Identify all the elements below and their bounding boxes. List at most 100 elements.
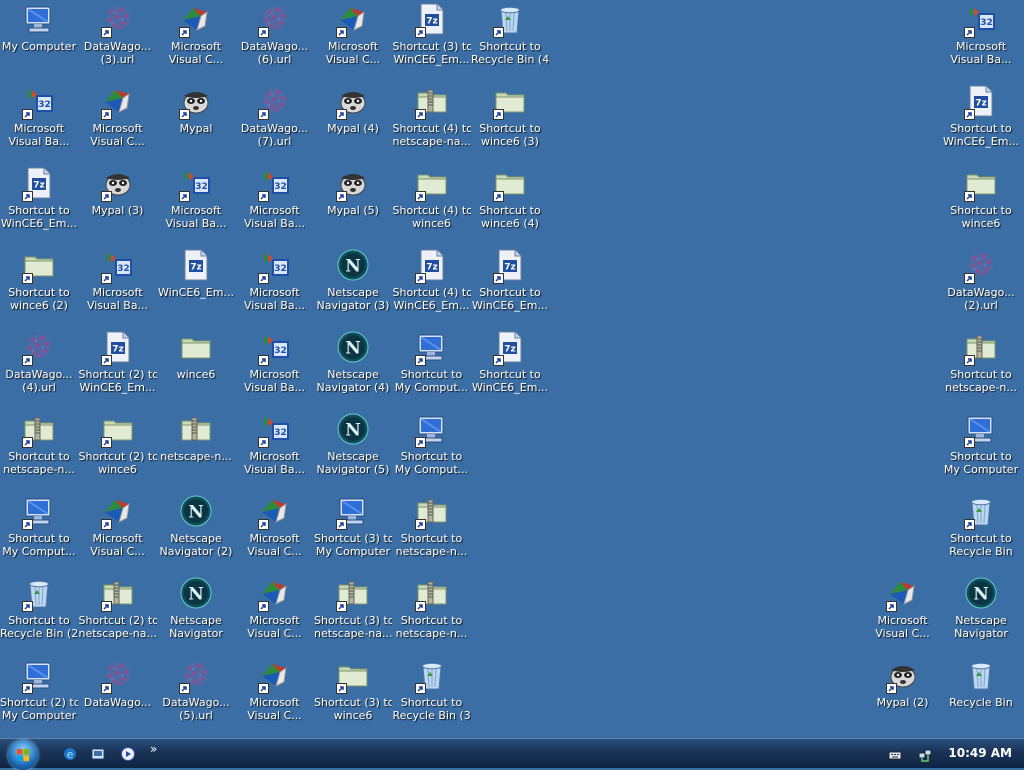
desktop-icon[interactable]: 7z Shortcut (3) to WinCE6_Em... bbox=[393, 0, 471, 80]
desktop-icon[interactable]: 7z Shortcut to WinCE6_Em... bbox=[942, 82, 1020, 162]
desktop-icon[interactable]: Shortcut to My Computer bbox=[942, 410, 1020, 490]
desktop-icon[interactable]: Microsoft Visual C... bbox=[236, 656, 314, 736]
desktop-icon[interactable]: Shortcut to My Comput... bbox=[393, 410, 471, 490]
start-button[interactable] bbox=[8, 740, 38, 770]
desktop-icon[interactable]: Shortcut to netscape-n... bbox=[393, 574, 471, 654]
desktop-icon[interactable]: My Computer bbox=[0, 0, 78, 80]
desktop-icon[interactable]: Shortcut (3) to My Computer bbox=[314, 492, 392, 572]
desktop-icon[interactable]: Shortcut to Recycle Bin (2) bbox=[0, 574, 78, 654]
desktop-icon[interactable]: 7z Shortcut to WinCE6_Em... bbox=[471, 246, 549, 326]
desktop-icon[interactable]: 32 Microsoft Visual Ba... bbox=[236, 328, 314, 408]
archive-icon: 7z bbox=[493, 248, 527, 284]
desktop-icon[interactable]: Mypal (3) bbox=[79, 164, 157, 244]
desktop-icon-label: Recycle Bin (4) bbox=[471, 53, 549, 66]
svg-text:N: N bbox=[973, 585, 989, 605]
desktop-icon-label: Microsoft bbox=[170, 204, 222, 217]
desktop-icon[interactable]: Mypal (5) bbox=[314, 164, 392, 244]
desktop-icon[interactable]: Shortcut (2) to netscape-na... bbox=[79, 574, 157, 654]
desktop-icon[interactable]: 7z Shortcut to WinCE6_Em... bbox=[471, 328, 549, 408]
desktop-icon[interactable]: Shortcut (3) to wince6 bbox=[314, 656, 392, 736]
desktop-icon[interactable]: N Netscape Navigator bbox=[157, 574, 235, 654]
desktop-icon[interactable]: 32 Microsoft Visual Ba... bbox=[236, 410, 314, 490]
desktop-icon[interactable]: DataWago... (2).url bbox=[942, 246, 1020, 326]
desktop-icon[interactable]: DataWago... (7).url bbox=[236, 82, 314, 162]
desktop-icon[interactable]: Shortcut to Recycle Bin (4) bbox=[471, 0, 549, 80]
desktop-icon[interactable]: 7z Shortcut to WinCE6_Em... bbox=[0, 164, 78, 244]
desktop-icon[interactable]: Shortcut to Recycle Bin bbox=[942, 492, 1020, 572]
desktop-icon[interactable]: N Netscape Navigator (4) bbox=[314, 328, 392, 408]
desktop-icon[interactable]: Microsoft Visual C... bbox=[236, 492, 314, 572]
desktop-icon[interactable]: Microsoft Visual C... bbox=[864, 574, 942, 654]
computer-icon bbox=[336, 494, 370, 530]
computer-icon bbox=[22, 658, 56, 694]
desktop-icon[interactable]: DataWago... (4).url bbox=[0, 328, 78, 408]
desktop-icon[interactable]: N Netscape Navigator bbox=[942, 574, 1020, 654]
folder-icon bbox=[179, 330, 213, 364]
desktop-icon[interactable]: Shortcut (3) to netscape-na... bbox=[314, 574, 392, 654]
clock[interactable]: 10:49 AM bbox=[948, 746, 1012, 760]
desktop-icon[interactable]: DataWago... bbox=[79, 656, 157, 736]
desktop-icon[interactable]: Microsoft Visual C... bbox=[314, 0, 392, 80]
desktop-icon[interactable]: 7z WinCE6_Em... bbox=[157, 246, 235, 326]
netscape-icon: N bbox=[179, 494, 213, 528]
desktop-icon[interactable]: 32 Microsoft Visual Ba... bbox=[79, 246, 157, 326]
desktop-icon[interactable]: N Netscape Navigator (2) bbox=[157, 492, 235, 572]
desktop-icon[interactable]: Microsoft Visual C... bbox=[79, 492, 157, 572]
keyboard-icon[interactable] bbox=[888, 747, 902, 761]
desktop-icon-label: Navigator (4) bbox=[316, 381, 390, 394]
desktop-icon[interactable]: Shortcut (4) to netscape-na... bbox=[393, 82, 471, 162]
svg-text:e: e bbox=[67, 748, 74, 761]
media-player-icon[interactable] bbox=[120, 746, 136, 762]
desktop-icon[interactable]: Shortcut to My Comput... bbox=[0, 492, 78, 572]
show-desktop-icon[interactable] bbox=[90, 746, 106, 762]
desktop-icon[interactable]: 7z Shortcut (2) to WinCE6_Em... bbox=[79, 328, 157, 408]
desktop-icon[interactable]: Microsoft Visual C... bbox=[236, 574, 314, 654]
desktop-icon-label: Shortcut to bbox=[950, 450, 1012, 463]
desktop-icon[interactable]: 32 Microsoft Visual Ba... bbox=[236, 246, 314, 326]
desktop-icon[interactable]: Microsoft Visual C... bbox=[157, 0, 235, 80]
desktop-icon[interactable]: 32 Microsoft Visual Ba... bbox=[236, 164, 314, 244]
network-icon[interactable] bbox=[918, 747, 932, 762]
desktop-icon[interactable]: Mypal (2) bbox=[864, 656, 942, 736]
desktop-icon[interactable]: netscape-n... bbox=[157, 410, 235, 490]
desktop-icon-label: (7).url bbox=[257, 135, 292, 148]
desktop-icon[interactable]: Mypal bbox=[157, 82, 235, 162]
desktop-icon-label: Microsoft bbox=[92, 532, 143, 545]
desktop-icon[interactable]: DataWago... (3).url bbox=[79, 0, 157, 80]
desktop-icon[interactable]: DataWago... (5).url bbox=[157, 656, 235, 736]
desktop-icon[interactable]: N Netscape Navigator (5) bbox=[314, 410, 392, 490]
desktop-icon[interactable]: 32 Microsoft Visual Ba... bbox=[942, 0, 1020, 80]
desktop-icon[interactable]: Mypal (4) bbox=[314, 82, 392, 162]
desktop-icon-label: DataWago... bbox=[83, 696, 152, 709]
desktop-icon[interactable]: Shortcut to netscape-n... bbox=[393, 492, 471, 572]
desktop-icon[interactable]: Shortcut (4) to wince6 bbox=[393, 164, 471, 244]
desktop-icon[interactable]: 7z Shortcut (4) to WinCE6_Em... bbox=[393, 246, 471, 326]
internet-explorer-icon[interactable]: e bbox=[62, 746, 78, 762]
shortcut-arrow-icon bbox=[493, 191, 504, 202]
desktop[interactable]: My Computer DataWago... (3).url Microsoft Vi… bbox=[0, 0, 1024, 738]
desktop-icon[interactable]: N Netscape Navigator (3) bbox=[314, 246, 392, 326]
desktop-icon[interactable]: DataWago... (6).url bbox=[236, 0, 314, 80]
desktop-icon-label: Shortcut to bbox=[8, 532, 70, 545]
desktop-icon-label: Shortcut (2) to bbox=[78, 368, 157, 381]
desktop-icon[interactable]: wince6 bbox=[157, 328, 235, 408]
desktop-icon[interactable]: Shortcut to wince6 bbox=[942, 164, 1020, 244]
desktop-icon[interactable]: Shortcut to netscape-n... bbox=[0, 410, 78, 490]
desktop-icon[interactable]: Shortcut to Recycle Bin (3) bbox=[393, 656, 471, 736]
desktop-icon[interactable]: Recycle Bin bbox=[942, 656, 1020, 736]
desktop-icon[interactable]: Shortcut to My Comput... bbox=[393, 328, 471, 408]
desktop-icon[interactable]: Shortcut to netscape-n... bbox=[942, 328, 1020, 408]
desktop-icon-label: Shortcut (2) to bbox=[78, 614, 157, 627]
desktop-icon[interactable]: Microsoft Visual C... bbox=[79, 82, 157, 162]
svg-text:32: 32 bbox=[117, 264, 130, 274]
desktop-icon[interactable]: Shortcut to wince6 (3) bbox=[471, 82, 549, 162]
desktop-icon[interactable]: 32 Microsoft Visual Ba... bbox=[0, 82, 78, 162]
desktop-icon[interactable]: Shortcut (2) to My Computer bbox=[0, 656, 78, 736]
desktop-icon[interactable]: Shortcut (2) to wince6 bbox=[79, 410, 157, 490]
desktop-icon-label: Shortcut to bbox=[950, 122, 1012, 135]
desktop-icon[interactable]: Shortcut to wince6 (4) bbox=[471, 164, 549, 244]
quick-launch-overflow-button[interactable]: » bbox=[150, 742, 157, 756]
desktop-icon[interactable]: Shortcut to wince6 (2) bbox=[0, 246, 78, 326]
desktop-icon-label: Netscape bbox=[170, 614, 222, 627]
desktop-icon[interactable]: 32 Microsoft Visual Ba... bbox=[157, 164, 235, 244]
